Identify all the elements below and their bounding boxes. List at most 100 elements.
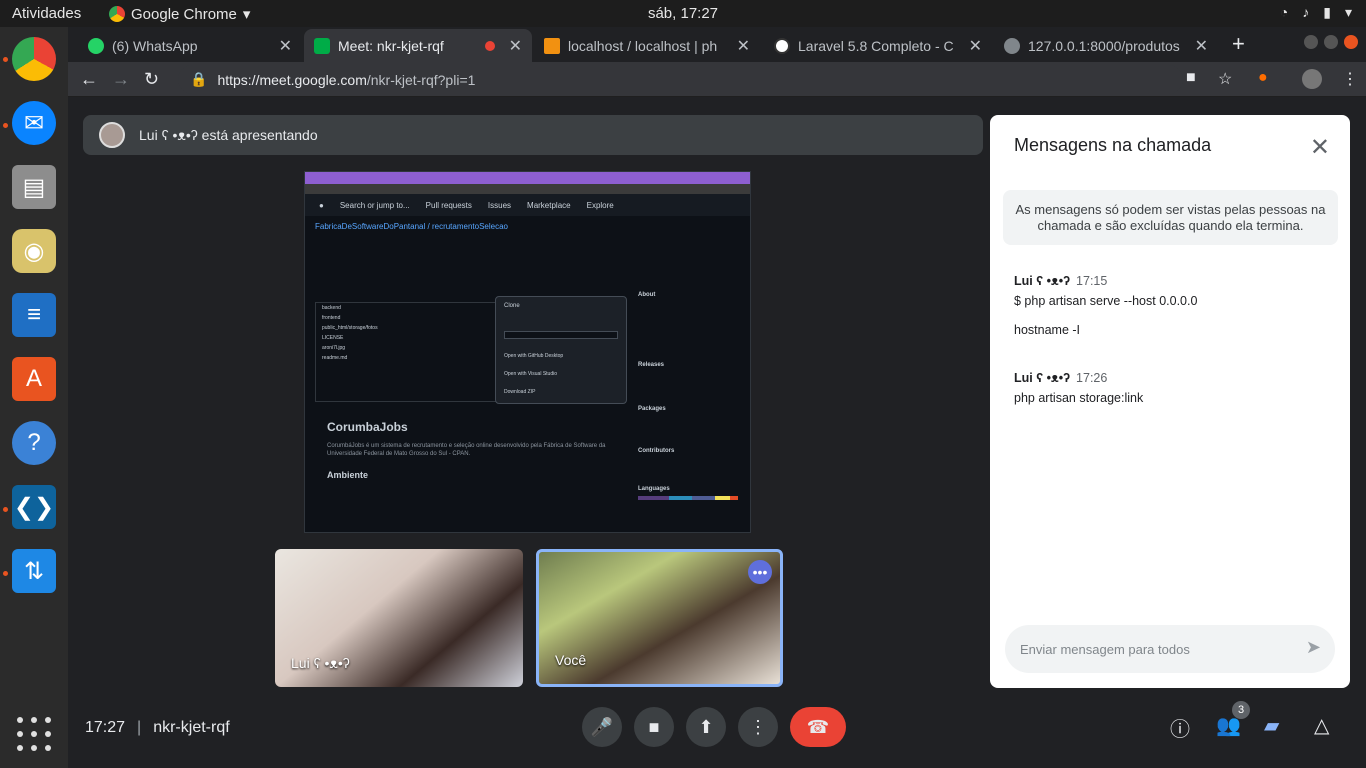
writer-icon[interactable]: ≡ [12,293,56,337]
chevron-down-icon: ▾ [242,6,251,23]
clone-title: Clone [504,303,520,309]
minimize-button[interactable] [1304,35,1318,49]
participant-tile[interactable]: Lui ʕ •ᴥ•ʔ [275,549,523,687]
camera-icon[interactable]: ■ [1186,69,1196,87]
chrome-icon[interactable] [12,37,56,81]
volume-icon: ♪ [1302,4,1310,20]
close-window-button[interactable] [1344,35,1358,49]
maximize-button[interactable] [1324,35,1338,49]
camera-icon: ■ [648,716,660,737]
microphone-button[interactable]: 🎤 [582,707,622,747]
meeting-details-icon[interactable]: ⓘ [1170,713,1190,742]
more-options-button[interactable]: ⋮ [738,707,778,747]
close-icon[interactable]: ✕ [737,36,750,56]
present-button[interactable]: ⬆ [686,707,726,747]
tab-label: 127.0.0.1:8000/produtos [1028,37,1180,54]
end-call-button[interactable]: ☎ [790,707,846,747]
udemy-icon [774,37,790,54]
send-icon[interactable]: ➤ [1306,637,1321,658]
tab-laravel[interactable]: Laravel 5.8 Completo - C ✕ [764,29,992,62]
running-indicator [3,507,8,512]
rhythmbox-icon[interactable]: ◉ [12,229,56,273]
chat-title: Mensagens na chamada [1014,135,1212,155]
ubuntu-dock: ✉ ▤ ◉ ≡ A ? ❮❯ ⇅ [0,27,68,768]
software-icon[interactable]: A [12,357,56,401]
sidebar-heading: About [638,292,656,298]
tab-strip: (6) WhatsApp ✕ Meet: nkr-kjet-rqf ✕ loca… [68,27,1366,62]
forward-button[interactable]: → [112,69,130,90]
chat-notice: As mensagens só podem ser vistas pelas p… [1003,190,1338,245]
activities-button[interactable]: Atividades [12,5,81,22]
readme: CorumbaJobs CorumbáJobs é um sistema de … [317,408,627,528]
camera-button[interactable]: ■ [634,707,674,747]
more-options-icon[interactable]: ••• [748,560,772,584]
meeting-time: 17:27 [85,719,126,736]
github-icon: ● [319,200,324,210]
back-button[interactable]: ← [80,69,98,90]
meeting-code[interactable]: nkr-kjet-rqf [153,719,229,737]
address-bar[interactable]: 🔒 https://meet.google.com/nkr-kjet-rqf?p… [178,65,1183,94]
system-tray[interactable]: ◔ ♪ ▮ ▾ [1280,4,1352,21]
running-indicator [3,571,8,576]
app-menu[interactable]: Google Chrome ▾ [109,5,250,23]
participant-name: Você [555,652,587,668]
message-time: 17:15 [1076,274,1108,288]
show-applications-button[interactable] [17,717,51,751]
more-vert-icon: ⋮ [749,716,767,737]
tab-phpmyadmin[interactable]: localhost / localhost | ph ✕ [534,29,760,62]
readme-section: Ambiente [327,470,369,480]
readme-title: CorumbaJobs [327,420,408,434]
system-clock[interactable]: sáb, 17:27 [648,5,718,22]
files-icon[interactable]: ▤ [12,165,56,209]
chrome-icon [109,6,125,22]
recording-icon [484,40,495,51]
chat-input[interactable]: Enviar mensagem para todos ➤ [1005,625,1335,673]
close-icon[interactable]: ✕ [1195,36,1208,56]
system-top-bar: Atividades Google Chrome ▾ sáb, 17:27 ◔ … [0,0,1366,27]
chat-icon[interactable]: ▰ [1264,713,1279,738]
tab-whatsapp[interactable]: (6) WhatsApp ✕ [78,29,302,62]
shared-screen: ● Search or jump to... Pull requests Issue… [304,171,751,533]
presenting-text: Lui ʕ •ᴥ•ʔ está apresentando [139,127,318,143]
self-tile[interactable]: ••• Você [536,549,783,687]
close-icon[interactable]: ✕ [279,36,292,56]
new-tab-button[interactable]: + [1232,31,1245,57]
thunderbird-icon[interactable]: ✉ [12,101,56,145]
close-icon[interactable]: ✕ [1310,133,1330,162]
clone-item: Open with GitHub Desktop [504,353,564,359]
activities-icon[interactable]: △ [1314,713,1329,738]
repo-name: FabricaDeSoftwareDoPantanal / recrutamen… [315,222,508,231]
whatsapp-icon [88,37,104,54]
tab-produtos[interactable]: 127.0.0.1:8000/produtos ✕ [994,29,1218,62]
reload-button[interactable]: ↻ [144,69,159,90]
tab-label: Laravel 5.8 Completo - C [798,37,954,54]
close-icon[interactable]: ✕ [509,36,522,56]
profile-avatar[interactable] [1302,69,1322,89]
sidebar-heading: Packages [638,406,666,412]
extension-icon[interactable]: ● [1258,69,1268,87]
language-bar [638,496,738,500]
help-icon[interactable]: ? [12,421,56,465]
chat-message: Lui ʕ •ᴥ•ʔ 17:26 php artisan storage:link [1014,371,1143,405]
message-text: hostname -I [1014,323,1081,337]
phpmyadmin-icon [544,37,560,54]
menu-icon[interactable]: ⋮ [1342,69,1358,89]
sidebar-heading: Languages [638,486,670,492]
star-icon[interactable]: ☆ [1218,69,1232,89]
update-icon[interactable]: ⇅ [12,549,56,593]
vscode-icon[interactable]: ❮❯ [12,485,56,529]
message-sender: Lui ʕ •ᴥ•ʔ [1014,371,1071,385]
tab-label: (6) WhatsApp [112,37,198,54]
toolbar: ← → ↻ 🔒 https://meet.google.com/nkr-kjet… [68,62,1366,97]
sidebar-heading: Contributors [638,448,675,454]
shared-browser-tabs [305,172,750,184]
close-icon[interactable]: ✕ [969,36,982,56]
microphone-icon: 🎤 [590,716,614,737]
tab-meet[interactable]: Meet: nkr-kjet-rqf ✕ [304,29,532,62]
github-nav: ● Search or jump to... Pull requests Issue… [305,194,750,216]
readme-text: CorumbáJobs é um sistema de recrutamento… [327,443,606,457]
message-sender: Lui ʕ •ᴥ•ʔ [1014,274,1071,288]
url-host: https://meet.google.com [217,71,367,88]
chat-message: Lui ʕ •ᴥ•ʔ 17:15 $ php artisan serve --ho… [1014,274,1197,337]
url-path: /nkr-kjet-rqf?pli=1 [366,71,476,88]
